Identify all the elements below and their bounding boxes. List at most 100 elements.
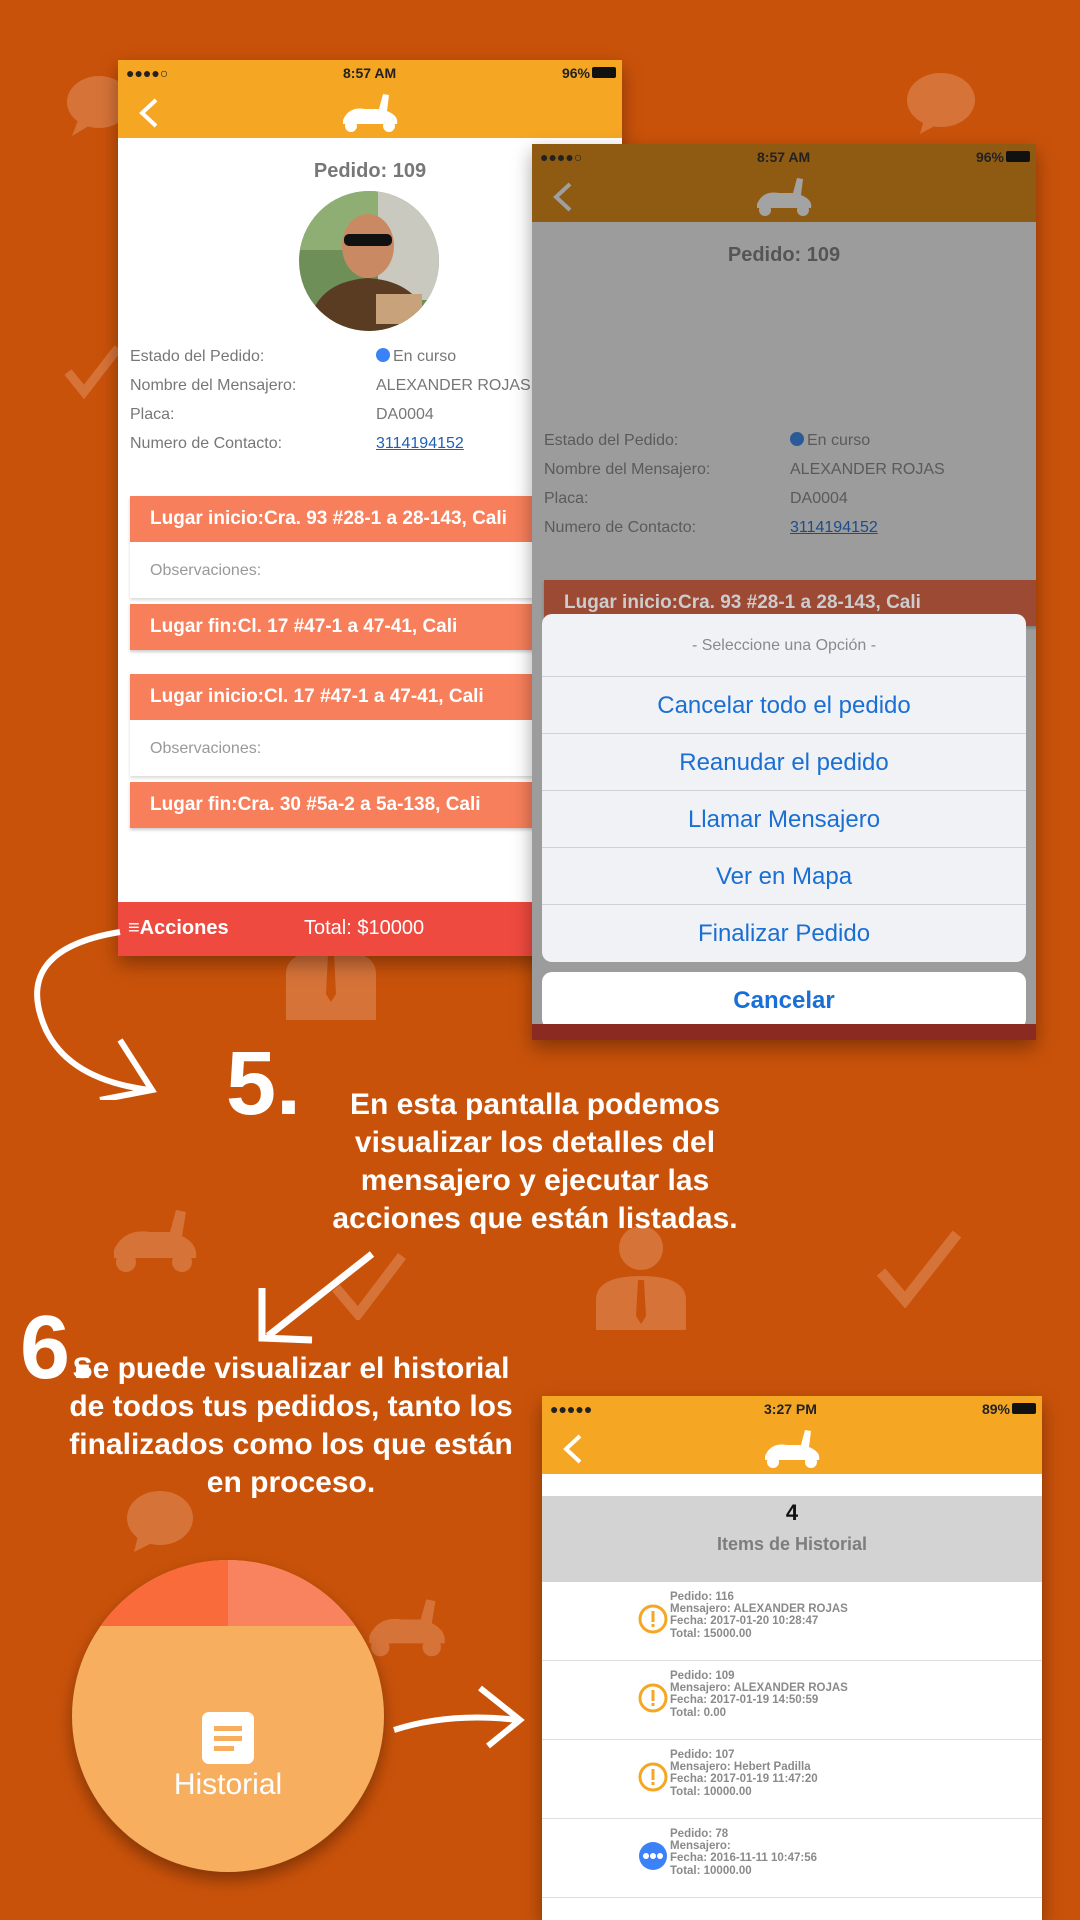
pie-segment xyxy=(72,1560,228,1626)
back-arrow-icon[interactable] xyxy=(548,180,578,214)
order-total: Total: 10000.00 xyxy=(670,1785,752,1798)
order-number: Pedido: 78 xyxy=(670,1828,729,1840)
order-total: Total: $10000 xyxy=(304,917,425,939)
status-value: En curso xyxy=(807,432,871,449)
arrow-icon xyxy=(258,1251,375,1344)
contact-phone-link[interactable]: 3114194152 xyxy=(790,519,878,537)
history-count: 4 xyxy=(785,1500,799,1525)
nav-bar xyxy=(542,1422,1042,1474)
battery-level: 96% xyxy=(561,65,590,81)
speech-bubble-icon xyxy=(907,73,975,134)
order-number: Pedido: 107 xyxy=(670,1749,735,1761)
order-total: Total: 0.00 xyxy=(670,1706,727,1719)
scooter-icon xyxy=(114,1210,197,1272)
info-value: En curso xyxy=(790,432,870,450)
info-row-status: Estado del Pedido: En curso xyxy=(544,428,1036,456)
order-date: Fecha: 2016-11-11 10:47:56 xyxy=(670,1852,818,1865)
info-row-plate: Placa: DA0004 xyxy=(544,486,1036,514)
order-total: Total: 15000.00 xyxy=(670,1627,752,1640)
order-date: Fecha: 2017-01-19 11:47:20 xyxy=(670,1773,818,1786)
action-sheet: - Seleccione una Opción - Cancelar todo … xyxy=(532,614,1036,1040)
nav-bar xyxy=(532,170,1036,222)
battery-icon xyxy=(592,67,616,78)
history-item[interactable]: Pedido: 116 Mensajero: ALEXANDER ROJAS F… xyxy=(542,1582,1042,1661)
step-number: 5. xyxy=(226,1034,302,1134)
plate-value: DA0004 xyxy=(376,406,434,423)
info-label: Nombre del Mensajero: xyxy=(544,461,711,478)
info-label: Estado del Pedido: xyxy=(544,432,679,449)
messenger-name: Mensajero: Hebert Padilla xyxy=(670,1761,811,1774)
view-map-option[interactable]: Ver en Mapa xyxy=(542,848,1026,905)
clock: 8:57 AM xyxy=(757,149,811,165)
info-label: Estado del Pedido: xyxy=(130,348,265,365)
warning-circle-icon xyxy=(638,1683,668,1713)
carrier-signal: ●●●●○ xyxy=(126,65,169,81)
history-subtitle: Items de Historial xyxy=(716,1534,868,1554)
back-arrow-icon[interactable] xyxy=(134,96,164,130)
order-total: Total: 10000.00 xyxy=(670,1864,752,1877)
curved-arrow-icon xyxy=(34,929,157,1100)
in-progress-icon xyxy=(639,1842,667,1870)
cancel-button[interactable]: Cancelar xyxy=(542,972,1026,1029)
history-item[interactable]: Pedido: 109 Mensajero: ALEXANDER ROJAS F… xyxy=(542,1661,1042,1740)
status-value: En curso xyxy=(393,348,457,365)
carrier-signal: ●●●●○ xyxy=(540,149,583,165)
info-label: Placa: xyxy=(544,490,589,507)
info-label: Placa: xyxy=(130,406,175,423)
clock: 3:27 PM xyxy=(764,1401,817,1417)
scooter-logo-icon xyxy=(765,1430,820,1468)
history-label: Historial xyxy=(173,1768,283,1801)
clock: 8:57 AM xyxy=(343,65,397,81)
battery-level: 96% xyxy=(975,149,1004,165)
back-arrow-icon[interactable] xyxy=(558,1432,588,1466)
cancel-order-option[interactable]: Cancelar todo el pedido xyxy=(542,677,1026,734)
carrier-signal: ●●●●● xyxy=(550,1401,593,1417)
arrow-icon xyxy=(393,1685,525,1749)
footer-bar xyxy=(532,1024,1036,1040)
messenger-name: ALEXANDER ROJAS xyxy=(376,377,531,394)
battery-icon xyxy=(1012,1403,1036,1414)
warning-circle-icon xyxy=(638,1604,668,1634)
info-label: Numero de Contacto: xyxy=(544,519,697,536)
history-header: 4 Items de Historial xyxy=(542,1496,1042,1582)
call-messenger-option[interactable]: Llamar Mensajero xyxy=(542,791,1026,848)
scooter-logo-icon xyxy=(343,94,398,132)
in-progress-icon xyxy=(790,432,804,446)
in-progress-icon xyxy=(376,348,390,362)
messenger-name: Mensajero: ALEXANDER ROJAS xyxy=(670,1682,848,1695)
status-bar: ●●●●○ 8:57 AM 96% xyxy=(118,60,622,86)
contact-phone-link[interactable]: 3114194152 xyxy=(376,435,464,453)
order-title: Pedido: 109 xyxy=(727,244,841,266)
order-date: Fecha: 2017-01-20 10:28:47 xyxy=(670,1615,819,1628)
step-description: En esta pantalla podemos visualizar los … xyxy=(332,1088,738,1235)
pie-segment xyxy=(228,1560,384,1626)
finish-order-option[interactable]: Finalizar Pedido xyxy=(542,905,1026,962)
history-button[interactable]: Historial xyxy=(72,1560,384,1872)
battery-icon xyxy=(1006,151,1030,162)
info-value: En curso xyxy=(376,348,456,366)
info-label: Nombre del Mensajero: xyxy=(130,377,297,394)
order-actions-screen: ●●●●○ 8:57 AM 96% Pedido: 109 Estado del… xyxy=(532,144,1036,1040)
history-item[interactable]: Pedido: 107 Mensajero: Hebert Padilla Fe… xyxy=(542,1740,1042,1819)
order-number: Pedido: 116 xyxy=(670,1591,734,1603)
order-date: Fecha: 2017-01-19 14:50:59 xyxy=(670,1694,819,1707)
history-screen: ●●●●● 3:27 PM 89% 4 Items de Historial P… xyxy=(542,1396,1042,1920)
document-icon xyxy=(202,1712,254,1764)
history-item[interactable]: Pedido: 78 Mensajero: Fecha: 2016-11-11 … xyxy=(542,1819,1042,1898)
messenger-name: Mensajero: xyxy=(670,1840,731,1853)
status-bar: ●●●●● 3:27 PM 89% xyxy=(542,1396,1042,1422)
history-item-text: Pedido: 107 Mensajero: Hebert Padilla Fe… xyxy=(670,1749,818,1798)
action-sheet-title: - Seleccione una Opción - xyxy=(542,614,1026,677)
info-label: Numero de Contacto: xyxy=(130,435,283,452)
status-bar: ●●●●○ 8:57 AM 96% xyxy=(532,144,1036,170)
info-row-messenger: Nombre del Mensajero: ALEXANDER ROJAS xyxy=(544,457,1036,485)
warning-circle-icon xyxy=(638,1762,668,1792)
history-item-text: Pedido: 78 Mensajero: Fecha: 2016-11-11 … xyxy=(670,1828,817,1877)
scooter-logo-icon xyxy=(757,178,812,216)
resume-order-option[interactable]: Reanudar el pedido xyxy=(542,734,1026,791)
nav-bar xyxy=(118,86,622,138)
checkmark-icon xyxy=(64,345,122,400)
history-item-text: Pedido: 116 Mensajero: ALEXANDER ROJAS F… xyxy=(670,1591,848,1640)
checkmark-icon xyxy=(876,1230,961,1308)
messenger-avatar xyxy=(299,191,439,331)
